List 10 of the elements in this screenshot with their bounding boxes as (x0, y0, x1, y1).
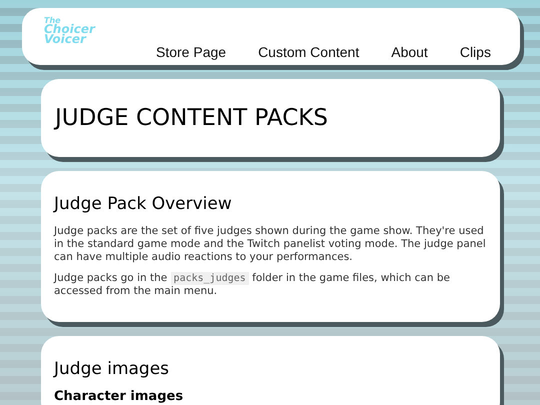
nav-link[interactable]: Clips (460, 42, 491, 63)
nav-link[interactable]: Store Page (156, 42, 226, 63)
paragraph: Judge packs are the set of five judges shown during the game show. They're used in the standard game mode and the Twitch panelist voting mode. The judge panel can have multiple audio reactions to your performances. (54, 225, 487, 264)
section-heading: Judge Pack Overview (54, 193, 233, 215)
paragraph: Judge packs go in the packs_judges folder in the game files, which can be accessed from the main menu. (54, 272, 451, 298)
page-title: JUDGE CONTENT PACKS (55, 104, 328, 133)
section-heading: Judge images (54, 358, 170, 380)
nav-link[interactable]: Custom Content (258, 42, 360, 63)
subheading: Character images (54, 390, 184, 404)
nav-link[interactable]: About (391, 42, 428, 63)
